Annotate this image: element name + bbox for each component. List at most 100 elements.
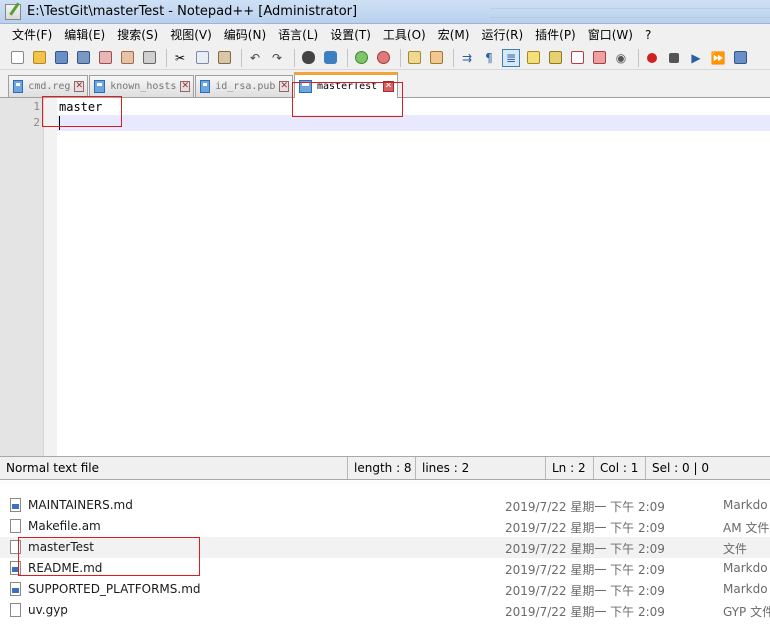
monitoring-icon[interactable]: ◉ [612, 49, 630, 67]
close-all-icon[interactable] [118, 49, 136, 67]
record-macro-icon[interactable] [643, 49, 661, 67]
print-icon[interactable] [140, 49, 158, 67]
file-icon [10, 519, 21, 533]
file-date: 2019/7/22 星期一 下午 2:09 [505, 500, 665, 514]
menu-encoding[interactable]: 编码(N) [218, 25, 272, 45]
function-list-icon[interactable] [568, 49, 586, 67]
find-icon[interactable] [299, 49, 317, 67]
status-lines: lines : 2 [416, 457, 546, 479]
zoom-in-icon[interactable] [352, 49, 370, 67]
status-length: length : 8 [348, 457, 416, 479]
toolbar-separator [347, 48, 348, 67]
file-date: 2019/7/22 星期一 下午 2:09 [505, 563, 665, 577]
file-date: 2019/7/22 星期一 下午 2:09 [505, 521, 665, 535]
tab-label: cmd.reg [28, 81, 71, 92]
menu-plugins[interactable]: 插件(P) [529, 25, 582, 45]
file-icon [13, 80, 24, 93]
cut-icon[interactable]: ✂ [171, 49, 189, 67]
file-name: uv.gyp [28, 603, 68, 617]
run-macro-multiple-icon[interactable]: ⏩ [709, 49, 727, 67]
file-date: 2019/7/22 星期一 下午 2:09 [505, 542, 665, 556]
doc-map-icon[interactable] [546, 49, 564, 67]
menu-run[interactable]: 运行(R) [475, 25, 529, 45]
file-row-makefile[interactable]: Makefile.am 2019/7/22 星期一 下午 2:09 AM 文件 [0, 516, 770, 537]
line-number: 2 [33, 116, 40, 129]
file-date: 2019/7/22 星期一 下午 2:09 [505, 605, 665, 619]
text-editor[interactable]: 1 2 master [0, 98, 770, 456]
notepadpp-app-icon [5, 3, 21, 20]
line-number-gutter [0, 98, 44, 456]
stop-macro-icon[interactable] [665, 49, 683, 67]
menu-search[interactable]: 搜索(S) [111, 25, 164, 45]
background-window-ghost [490, 0, 770, 24]
close-icon[interactable]: ✕ [180, 81, 190, 92]
file-row-uv-gyp[interactable]: uv.gyp 2019/7/22 星期一 下午 2:09 GYP 文件 [0, 600, 770, 621]
annotation-box-editor-text [42, 96, 122, 127]
menu-file[interactable]: 文件(F) [6, 25, 58, 45]
menu-view[interactable]: 视图(V) [164, 25, 218, 45]
list-partial-row [0, 481, 770, 487]
line-number: 1 [33, 100, 40, 113]
file-type: GYP 文件 [723, 605, 770, 619]
close-icon[interactable]: ✕ [74, 81, 84, 92]
editor-line[interactable]: master [57, 99, 770, 115]
menu-edit[interactable]: 编辑(E) [58, 25, 111, 45]
file-type: Markdo [723, 582, 768, 596]
open-file-icon[interactable] [30, 49, 48, 67]
undo-icon[interactable]: ↶ [246, 49, 264, 67]
file-name: Makefile.am [28, 519, 101, 533]
menu-macro[interactable]: 宏(M) [432, 25, 476, 45]
editor-current-line[interactable] [57, 115, 770, 131]
tab-known-hosts[interactable]: known_hosts ✕ [89, 75, 194, 97]
replace-icon[interactable] [321, 49, 339, 67]
play-macro-icon[interactable]: ▶ [687, 49, 705, 67]
file-row-maintainers[interactable]: MAINTAINERS.md 2019/7/22 星期一 下午 2:09 Mar… [0, 495, 770, 516]
file-icon [94, 80, 106, 93]
paste-icon[interactable] [215, 49, 233, 67]
annotation-box-active-tab [292, 82, 403, 117]
sync-vertical-icon[interactable] [405, 49, 423, 67]
toolbar-separator [294, 48, 295, 67]
show-all-characters-icon[interactable]: ¶ [480, 49, 498, 67]
toolbar-separator [638, 48, 639, 67]
status-line-number: Ln : 2 [546, 457, 594, 479]
menu-tools[interactable]: 工具(O) [377, 25, 432, 45]
save-all-icon[interactable] [74, 49, 92, 67]
tab-label: id_rsa.pub [215, 81, 276, 92]
save-icon[interactable] [52, 49, 70, 67]
sync-horizontal-icon[interactable] [427, 49, 445, 67]
zoom-out-icon[interactable] [374, 49, 392, 67]
annotation-box-file-row [18, 537, 200, 576]
status-file-type: Normal text file [0, 457, 348, 479]
file-date: 2019/7/22 星期一 下午 2:09 [505, 584, 665, 598]
close-file-icon[interactable] [96, 49, 114, 67]
menu-window[interactable]: 窗口(W) [582, 25, 639, 45]
tab-label: known_hosts [110, 81, 177, 92]
folder-as-workspace-icon[interactable] [590, 49, 608, 67]
menu-help[interactable]: ? [639, 25, 657, 45]
word-wrap-icon[interactable]: ⇉ [458, 49, 476, 67]
status-column: Col : 1 [594, 457, 646, 479]
file-row-supported-platforms[interactable]: SUPPORTED_PLATFORMS.md 2019/7/22 星期一 下午 … [0, 579, 770, 600]
menu-language[interactable]: 语言(L) [272, 25, 324, 45]
markdown-file-icon [10, 582, 21, 596]
menu-settings[interactable]: 设置(T) [324, 25, 377, 45]
redo-icon[interactable]: ↷ [268, 49, 286, 67]
indent-guide-icon[interactable]: ≣ [502, 48, 520, 67]
new-file-icon[interactable] [8, 49, 26, 67]
tab-id-rsa-pub[interactable]: id_rsa.pub ✕ [195, 75, 293, 97]
user-defined-language-icon[interactable] [524, 49, 542, 67]
file-type: AM 文件 [723, 521, 770, 535]
menu-bar: 文件(F) 编辑(E) 搜索(S) 视图(V) 编码(N) 语言(L) 设置(T… [0, 24, 770, 46]
file-name: SUPPORTED_PLATFORMS.md [28, 582, 201, 596]
toolbar: ✂ ↶ ↷ ⇉ ¶ ≣ ◉ ▶ ⏩ [0, 46, 770, 70]
toolbar-separator [453, 48, 454, 67]
file-type: Markdo [723, 498, 768, 512]
copy-icon[interactable] [193, 49, 211, 67]
fold-margin[interactable] [44, 98, 57, 456]
markdown-file-icon [10, 498, 21, 512]
tab-cmd-reg[interactable]: cmd.reg ✕ [8, 75, 88, 97]
close-icon[interactable]: ✕ [279, 81, 289, 92]
file-name: MAINTAINERS.md [28, 498, 133, 512]
save-macro-icon[interactable] [731, 49, 749, 67]
